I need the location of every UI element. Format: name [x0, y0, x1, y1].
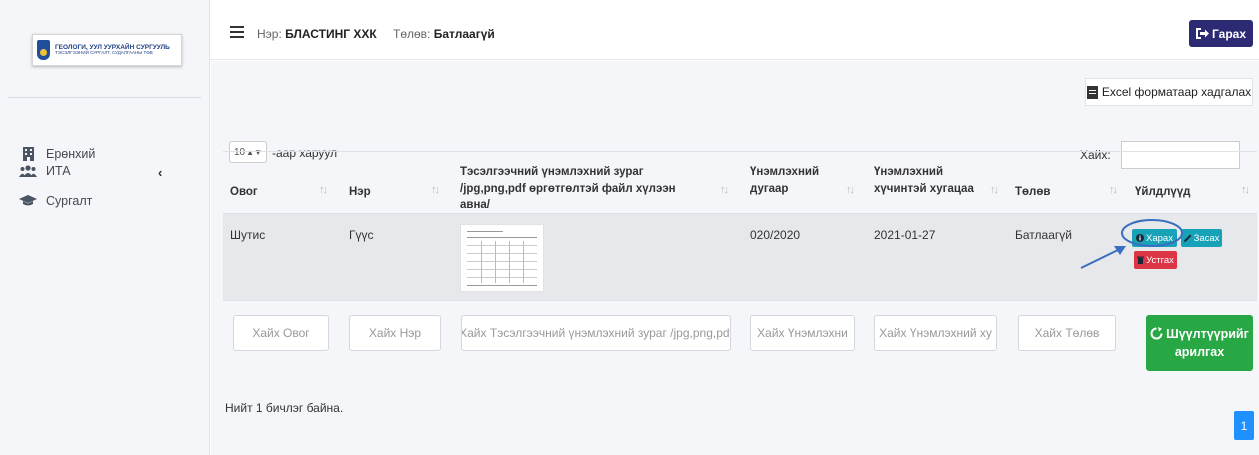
- record-count: Нийт 1 бичлэг байна.: [225, 401, 344, 415]
- company-status-label: Төлөв:: [393, 27, 431, 41]
- clear-filters-button[interactable]: Шүүлтүүрийг арилгах: [1146, 315, 1253, 371]
- pagination-page-1[interactable]: 1: [1234, 411, 1254, 440]
- sidebar-item-label: Ерөнхий: [46, 147, 96, 161]
- filter-cert-number-input[interactable]: Хайх Үнэмлэхни: [750, 315, 855, 351]
- logo[interactable]: ГЕОЛОГИ, УУЛ УУРХАЙН СУРГУУЛЬ ТЭСЭЛГЭЭНИ…: [32, 34, 182, 66]
- graduation-cap-icon: [18, 195, 38, 207]
- sidebar-item-training[interactable]: Сургалт: [18, 194, 92, 208]
- filter-status-input[interactable]: Хайх Төлөв: [1018, 315, 1116, 351]
- sort-icon[interactable]: ↑↓: [319, 184, 328, 196]
- sidebar-divider: [8, 97, 201, 98]
- cell-cert-number: 020/2020: [750, 228, 801, 242]
- sort-icon[interactable]: ↑↓: [1241, 184, 1250, 196]
- logout-button[interactable]: Гарах: [1189, 20, 1253, 47]
- sort-icon[interactable]: ↑↓: [990, 184, 999, 196]
- sidebar: ГЕОЛОГИ, УУЛ УУРХАЙН СУРГУУЛЬ ТЭСЭЛГЭЭНИ…: [0, 0, 210, 455]
- sort-icon[interactable]: ↑↓: [720, 184, 729, 196]
- logo-emblem-icon: [37, 40, 50, 60]
- column-filters: Хайх Овог Хайх Нэр Хайх Тэсэлгээчний үнэ…: [223, 302, 1257, 372]
- trash-icon: [1137, 256, 1145, 264]
- pencil-icon: [1183, 234, 1192, 242]
- filter-last-name-input[interactable]: Хайх Овог: [233, 315, 329, 351]
- delete-button[interactable]: Устгах: [1134, 251, 1177, 269]
- logout-label: Гарах: [1212, 26, 1246, 41]
- chevron-left-icon[interactable]: ‹: [158, 165, 162, 180]
- main-content: Excel форматаар хадгалах 10 ▲▼ -аар хару…: [211, 61, 1259, 455]
- delete-label: Устгах: [1146, 254, 1174, 266]
- column-header-first-name[interactable]: Нэр: [349, 184, 371, 201]
- sort-icon[interactable]: ↑↓: [846, 184, 855, 196]
- filter-first-name-input[interactable]: Хайх Нэр: [349, 315, 441, 351]
- building-icon: [18, 147, 38, 161]
- sidebar-item-ita[interactable]: ИТА: [18, 164, 71, 178]
- menu-icon[interactable]: [230, 26, 244, 41]
- cell-valid-until: 2021-01-27: [874, 228, 936, 242]
- company-name-label: Нэр:: [257, 27, 282, 41]
- file-excel-icon: [1086, 85, 1098, 99]
- sidebar-item-general[interactable]: Ерөнхий: [18, 147, 95, 161]
- excel-export-label: Excel форматаар хадгалах: [1101, 85, 1252, 99]
- top-header: Нэр: БЛАСТИНГ ХХК Төлөв: Батлаагүй Гарах: [210, 0, 1259, 60]
- cell-status: Батлаагүй: [1015, 228, 1072, 242]
- sort-icon[interactable]: ↑↓: [431, 184, 440, 196]
- company-status-value: Батлаагүй: [433, 27, 495, 41]
- sidebar-item-label: Сургалт: [46, 194, 93, 208]
- logo-line2: ТЭСЭЛГЭЭНИЙ СУРГАЛТ, СУДАЛГААНЫ ТӨВ: [55, 50, 153, 56]
- cell-last-name: Шутис: [230, 228, 266, 242]
- filter-cert-image-input[interactable]: Хайх Тэсэлгээчний үнэмлэхний зураг /jpg,…: [461, 315, 731, 351]
- edit-button[interactable]: Засах: [1181, 229, 1222, 247]
- cert-image-thumbnail[interactable]: [460, 224, 544, 292]
- users-icon: [18, 165, 38, 177]
- table-header: Овог ↑↓ Нэр ↑↓ Тэсэлгээчний үнэмлэхний з…: [223, 151, 1257, 213]
- company-name: Нэр: БЛАСТИНГ ХХК: [257, 27, 377, 41]
- company-name-value: БЛАСТИНГ ХХК: [285, 27, 377, 41]
- excel-export-button[interactable]: Excel форматаар хадгалах: [1085, 78, 1253, 106]
- column-header-cert-number[interactable]: Үнэмлэхний дугаар: [750, 164, 830, 197]
- company-status: Төлөв: Батлаагүй: [393, 27, 495, 41]
- column-header-last-name[interactable]: Овог: [230, 184, 258, 201]
- sort-icon[interactable]: ↑↓: [1109, 184, 1118, 196]
- clear-filters-label-1: Шүүлтүүрийг: [1166, 326, 1249, 341]
- refresh-icon: [1150, 327, 1163, 340]
- sign-out-icon: [1196, 28, 1209, 39]
- cell-first-name: Гүүс: [349, 228, 374, 242]
- column-header-valid-until[interactable]: Үнэмлэхний хүчинтэй хугацаа: [874, 164, 974, 197]
- sidebar-item-label: ИТА: [46, 164, 71, 178]
- view-label: Харах: [1146, 232, 1173, 244]
- column-header-cert-image[interactable]: Тэсэлгээчний үнэмлэхний зураг /jpg,png,p…: [460, 164, 700, 214]
- clear-filters-label-2: арилгах: [1174, 345, 1225, 359]
- info-icon: [1136, 234, 1145, 242]
- table-row: Шутис Гүүс 020/2020 2021-01-27 Батлаагүй…: [223, 213, 1257, 301]
- column-header-status[interactable]: Төлөв: [1015, 184, 1050, 201]
- edit-label: Засах: [1193, 232, 1220, 244]
- column-header-actions[interactable]: Үйлдлүүд: [1135, 184, 1190, 201]
- filter-valid-until-input[interactable]: Хайх Үнэмлэхний ху: [874, 315, 997, 351]
- view-button[interactable]: Харах: [1132, 229, 1177, 247]
